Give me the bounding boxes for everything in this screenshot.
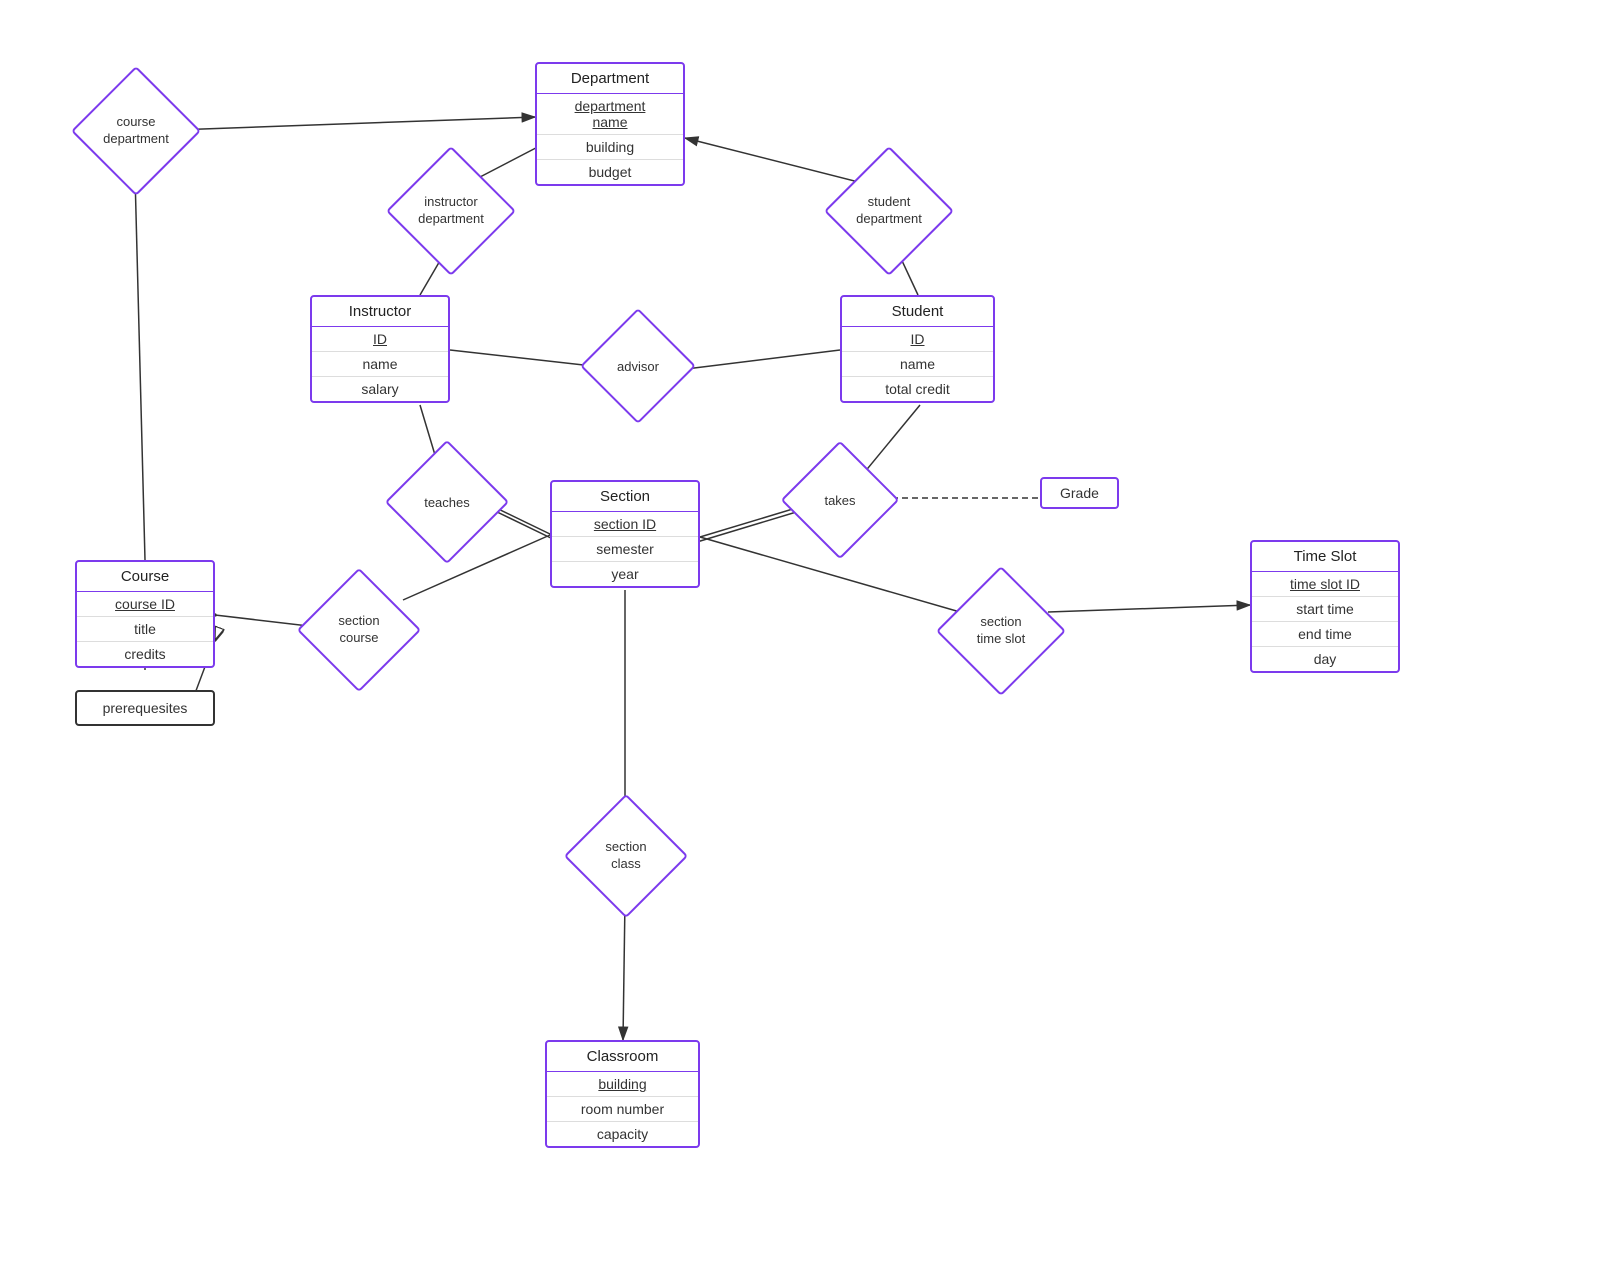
entity-course: Course course ID title credits xyxy=(75,560,215,668)
box-prerequisites: prerequesites xyxy=(75,690,215,726)
entity-section-attr-year: year xyxy=(552,562,698,586)
entity-timeslot-attr-day: day xyxy=(1252,647,1398,671)
entity-classroom-title: Classroom xyxy=(547,1042,698,1072)
entity-classroom-attr-room-number: room number xyxy=(547,1097,698,1122)
entity-department-attr-dept-name: departmentname xyxy=(537,94,683,135)
entity-timeslot-attr-start: start time xyxy=(1252,597,1398,622)
entity-student: Student ID name total credit xyxy=(840,295,995,403)
entity-course-title: Course xyxy=(77,562,213,592)
diamond-course-department: coursedepartment xyxy=(90,85,182,177)
entity-department-title: Department xyxy=(537,64,683,94)
label-grade: Grade xyxy=(1040,477,1119,509)
entity-course-attr-title: title xyxy=(77,617,213,642)
entity-instructor-attr-salary: salary xyxy=(312,377,448,401)
entity-student-attr-name: name xyxy=(842,352,993,377)
entity-instructor-attr-name: name xyxy=(312,352,448,377)
entity-instructor-attr-id: ID xyxy=(312,327,448,352)
entity-department-attr-budget: budget xyxy=(537,160,683,184)
entity-department: Department departmentname building budge… xyxy=(535,62,685,186)
entity-section-attr-section-id: section ID xyxy=(552,512,698,537)
entity-timeslot-attr-end: end time xyxy=(1252,622,1398,647)
entity-instructor: Instructor ID name salary xyxy=(310,295,450,403)
entity-student-title: Student xyxy=(842,297,993,327)
diamond-teaches: teaches xyxy=(403,458,491,546)
entity-classroom: Classroom building room number capacity xyxy=(545,1040,700,1148)
entity-department-attr-building: building xyxy=(537,135,683,160)
diamond-advisor: advisor xyxy=(597,325,679,407)
entity-section-attr-semester: semester xyxy=(552,537,698,562)
diamond-section-timeslot: sectiontime slot xyxy=(955,585,1047,677)
diamond-section-class: sectionclass xyxy=(582,812,670,900)
entity-classroom-attr-building: building xyxy=(547,1072,698,1097)
diamond-student-department: studentdepartment xyxy=(843,165,935,257)
entity-timeslot-attr-id: time slot ID xyxy=(1252,572,1398,597)
diamond-section-course: sectioncourse xyxy=(315,586,403,674)
entity-course-attr-credits: credits xyxy=(77,642,213,666)
entity-timeslot: Time Slot time slot ID start time end ti… xyxy=(1250,540,1400,673)
entity-section: Section section ID semester year xyxy=(550,480,700,588)
entity-course-attr-course-id: course ID xyxy=(77,592,213,617)
entity-student-attr-id: ID xyxy=(842,327,993,352)
entity-section-title: Section xyxy=(552,482,698,512)
label-prerequisites: prerequesites xyxy=(77,692,213,724)
entity-classroom-attr-capacity: capacity xyxy=(547,1122,698,1146)
diamond-instructor-department: instructordepartment xyxy=(405,165,497,257)
diamond-takes: takes xyxy=(798,458,882,542)
entity-instructor-title: Instructor xyxy=(312,297,448,327)
entity-timeslot-title: Time Slot xyxy=(1252,542,1398,572)
entity-student-attr-total-credit: total credit xyxy=(842,377,993,401)
